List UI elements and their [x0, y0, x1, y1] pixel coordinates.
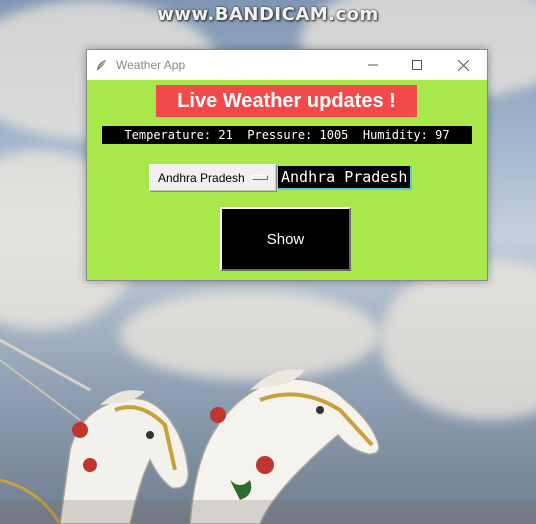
desktop: www.BANDICAM.com Weather App Live Weathe… [0, 0, 536, 524]
minimize-icon [368, 64, 378, 66]
bandicam-watermark: www.BANDICAM.com [157, 4, 379, 25]
app-content-area: Live Weather updates ! Temperature: 21 P… [87, 80, 487, 280]
app-heading: Live Weather updates ! [156, 85, 417, 117]
horses-wallpaper-image [0, 338, 536, 524]
maximize-button[interactable] [395, 50, 439, 80]
title-bar[interactable]: Weather App [87, 50, 487, 80]
close-button[interactable] [441, 50, 485, 80]
state-dropdown[interactable]: Andhra Pradesh [149, 164, 277, 192]
close-icon [457, 59, 469, 71]
weather-stats-label: Temperature: 21 Pressure: 1005 Humidity:… [102, 126, 472, 144]
state-dropdown-value: Andhra Pradesh [158, 171, 245, 185]
maximize-icon [412, 60, 422, 70]
window-title: Weather App [116, 58, 186, 72]
weather-app-window: Weather App Live Weather updates ! Tempe… [86, 49, 488, 281]
dropdown-indicator-icon [252, 175, 268, 180]
show-button[interactable]: Show [220, 207, 351, 271]
minimize-button[interactable] [351, 50, 395, 80]
selected-state-label: Andhra Pradesh [278, 166, 413, 190]
app-feather-icon [96, 60, 106, 71]
